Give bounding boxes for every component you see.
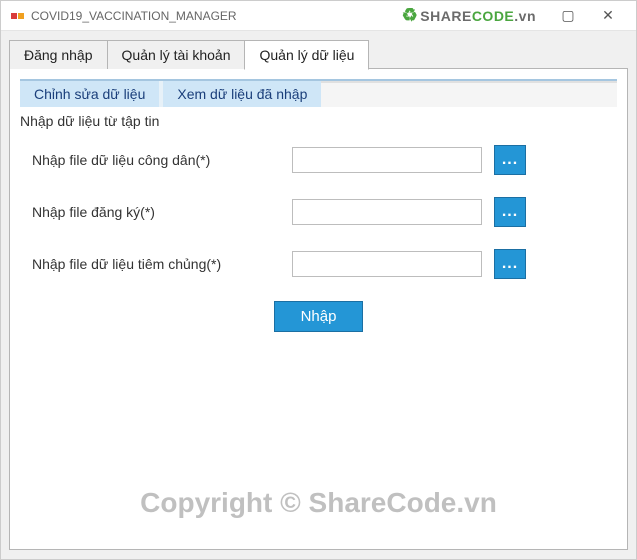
submit-row: Nhập xyxy=(32,301,605,332)
main-tabstrip: Đăng nhập Quản lý tài khoản Quản lý dữ l… xyxy=(9,39,628,69)
brand-prefix: SHARE xyxy=(420,8,472,24)
client-area: Đăng nhập Quản lý tài khoản Quản lý dữ l… xyxy=(1,31,636,559)
input-register-file[interactable] xyxy=(292,199,482,225)
sub-tabstrip: Chỉnh sửa dữ liệu Xem dữ liệu đã nhập xyxy=(20,79,617,107)
tab-panel-data: Chỉnh sửa dữ liệu Xem dữ liệu đã nhập Nh… xyxy=(9,68,628,550)
subtab-edit-data[interactable]: Chỉnh sửa dữ liệu xyxy=(20,81,159,107)
brand-domain: .vn xyxy=(514,8,536,24)
brand-suffix: CODE xyxy=(472,8,514,24)
titlebar: COVID19_VACCINATION_MANAGER ♻ SHARECODE.… xyxy=(1,1,636,31)
watermark-bottom: Copyright © ShareCode.vn xyxy=(10,487,627,519)
recycle-icon: ♻ xyxy=(402,5,419,26)
window-controls: ▢ ✕ xyxy=(548,2,628,30)
label-vaccination-file: Nhập file dữ liệu tiêm chủng(*) xyxy=(32,256,292,272)
tab-accounts[interactable]: Quản lý tài khoản xyxy=(107,40,246,69)
close-button[interactable]: ✕ xyxy=(588,2,628,30)
window-title: COVID19_VACCINATION_MANAGER xyxy=(31,9,237,23)
app-icon xyxy=(9,8,25,24)
maximize-button[interactable]: ▢ xyxy=(548,2,588,30)
brand-logo: ♻ SHARECODE.vn xyxy=(402,5,536,26)
row-citizen-file: Nhập file dữ liệu công dân(*) ... xyxy=(32,145,605,175)
window: COVID19_VACCINATION_MANAGER ♻ SHARECODE.… xyxy=(0,0,637,560)
label-citizen-file: Nhập file dữ liệu công dân(*) xyxy=(32,152,292,168)
subtab-filler xyxy=(321,81,617,107)
row-vaccination-file: Nhập file dữ liệu tiêm chủng(*) ... xyxy=(32,249,605,279)
tab-data[interactable]: Quản lý dữ liệu xyxy=(244,40,369,70)
input-vaccination-file[interactable] xyxy=(292,251,482,277)
tab-login[interactable]: Đăng nhập xyxy=(9,40,108,69)
submit-button[interactable]: Nhập xyxy=(274,301,364,332)
subtab-view-entered[interactable]: Xem dữ liệu đã nhập xyxy=(163,81,321,107)
file-import-form: Nhập file dữ liệu công dân(*) ... Nhập f… xyxy=(20,141,617,336)
section-heading: Nhập dữ liệu từ tập tin xyxy=(20,113,617,129)
browse-register-button[interactable]: ... xyxy=(494,197,526,227)
row-register-file: Nhập file đăng ký(*) ... xyxy=(32,197,605,227)
label-register-file: Nhập file đăng ký(*) xyxy=(32,204,292,220)
browse-citizen-button[interactable]: ... xyxy=(494,145,526,175)
input-citizen-file[interactable] xyxy=(292,147,482,173)
browse-vaccination-button[interactable]: ... xyxy=(494,249,526,279)
